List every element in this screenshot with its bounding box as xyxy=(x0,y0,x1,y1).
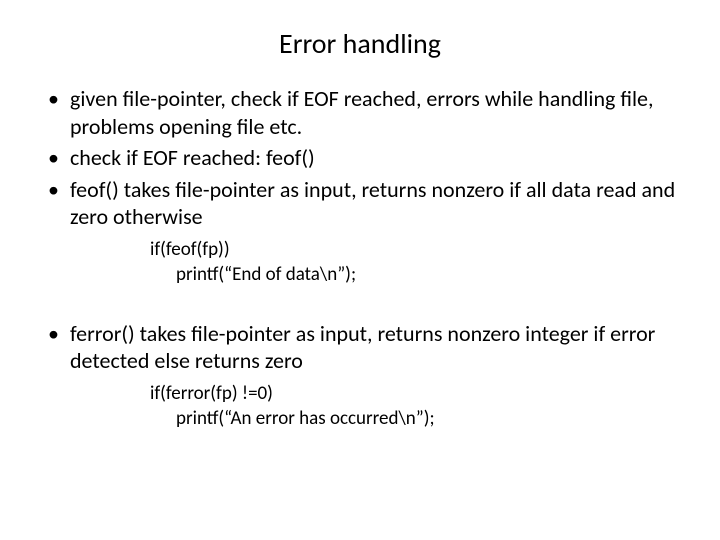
list-item: given file-pointer, check if EOF reached… xyxy=(38,85,682,140)
spacer xyxy=(30,306,690,320)
code-line: printf(“End of data\n”); xyxy=(150,262,690,288)
code-line: if(feof(fp)) xyxy=(150,237,690,263)
code-example-2: if(ferror(fp) !=0) printf(“An error has … xyxy=(150,381,690,432)
slide: Error handling given file-pointer, check… xyxy=(0,0,720,540)
bullet-list-1: given file-pointer, check if EOF reached… xyxy=(30,85,690,231)
slide-title: Error handling xyxy=(30,26,690,61)
list-item: check if EOF reached: feof() xyxy=(38,144,682,172)
list-item: ferror() takes file-pointer as input, re… xyxy=(38,320,682,375)
list-item: feof() takes file-pointer as input, retu… xyxy=(38,176,682,231)
code-line: printf(“An error has occurred\n”); xyxy=(150,406,690,432)
code-example-1: if(feof(fp)) printf(“End of data\n”); xyxy=(150,237,690,288)
code-line: if(ferror(fp) !=0) xyxy=(150,381,690,407)
bullet-list-2: ferror() takes file-pointer as input, re… xyxy=(30,320,690,375)
